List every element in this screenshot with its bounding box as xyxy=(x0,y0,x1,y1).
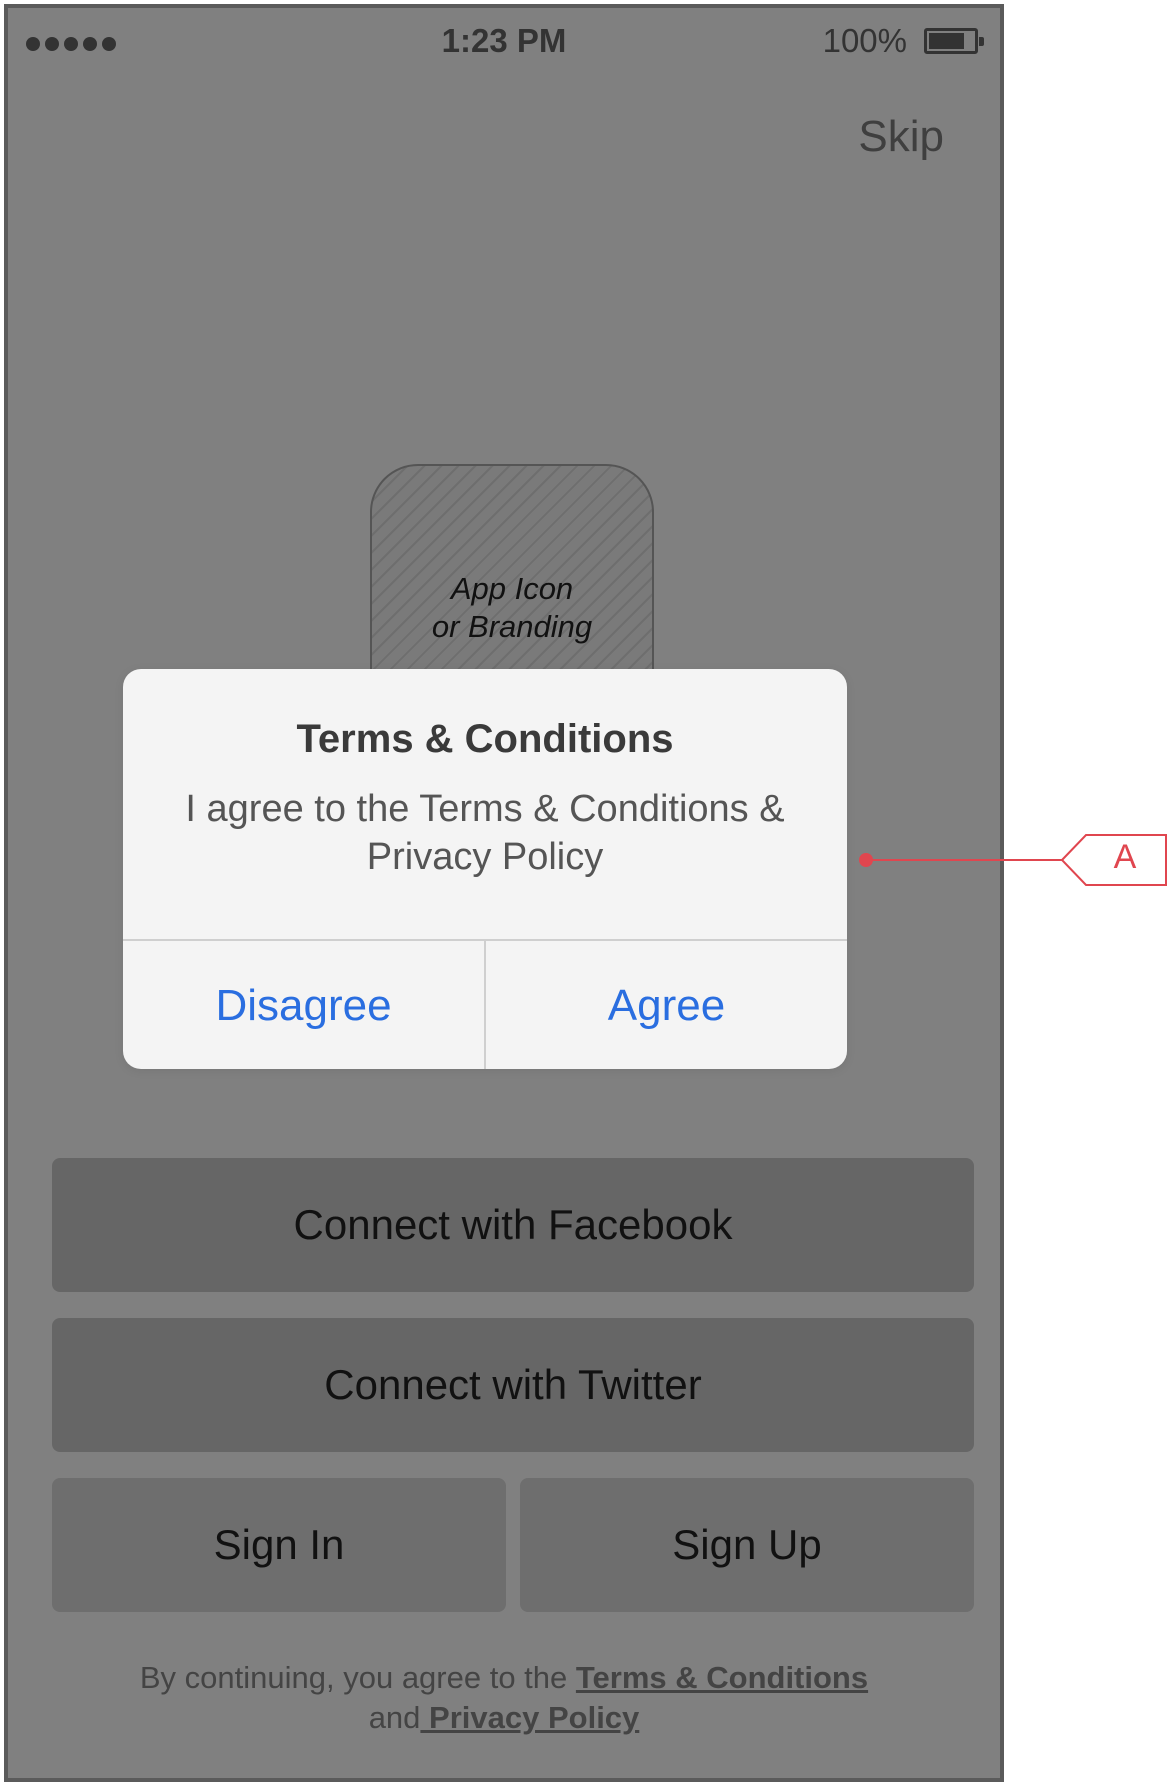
sign-in-label: Sign In xyxy=(213,1521,345,1568)
annotation-label: A xyxy=(1113,838,1137,876)
annotation-leader-line xyxy=(866,859,1062,861)
privacy-link[interactable]: Privacy Policy xyxy=(420,1700,639,1735)
app-icon-label-line1: App Icon xyxy=(450,571,574,606)
sign-in-button[interactable]: Sign In xyxy=(52,1478,506,1612)
status-bar: 1:23 PM 100% xyxy=(8,8,1000,72)
battery-icon xyxy=(924,28,984,54)
connect-twitter-label: Connect with Twitter xyxy=(324,1361,702,1408)
agree-button[interactable]: Agree xyxy=(484,941,847,1069)
battery-percent: 100% xyxy=(822,22,907,59)
sign-up-button[interactable]: Sign Up xyxy=(520,1478,974,1612)
disagree-button[interactable]: Disagree xyxy=(123,941,484,1069)
connect-twitter-button[interactable]: Connect with Twitter xyxy=(52,1318,974,1452)
alert-actions: Disagree Agree xyxy=(123,939,847,1069)
connect-facebook-button[interactable]: Connect with Facebook xyxy=(52,1158,974,1292)
alert-message: I agree to the Terms & Conditions & Priv… xyxy=(185,788,785,878)
skip-button[interactable]: Skip xyxy=(858,112,944,162)
footer-and: and xyxy=(368,1700,421,1735)
legal-footer: By continuing, you agree to the Terms & … xyxy=(8,1658,1000,1738)
footer-prefix: By continuing, you agree to the xyxy=(139,1660,576,1695)
app-icon-label-line2: or Branding xyxy=(431,609,593,644)
terms-link[interactable]: Terms & Conditions xyxy=(576,1660,868,1695)
sign-up-label: Sign Up xyxy=(672,1521,822,1568)
connect-facebook-label: Connect with Facebook xyxy=(293,1201,733,1248)
terms-alert-dialog: Terms & Conditions I agree to the Terms … xyxy=(123,669,847,1069)
alert-title: Terms & Conditions xyxy=(296,717,674,761)
